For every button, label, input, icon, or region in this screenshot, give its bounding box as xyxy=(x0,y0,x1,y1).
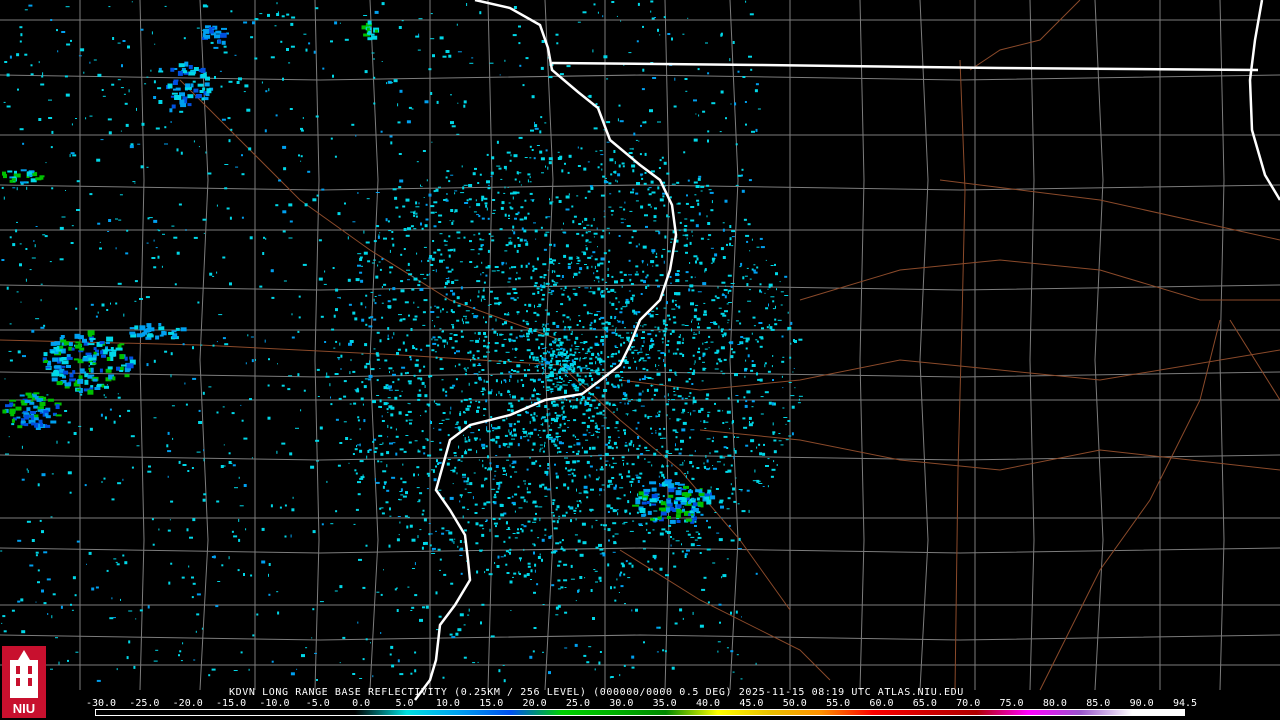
legend-tick: 75.0 xyxy=(999,698,1024,709)
legend-tick: -5.0 xyxy=(305,698,330,709)
legend-tick: 40.0 xyxy=(695,698,721,709)
legend-tick: 80.0 xyxy=(1042,698,1067,709)
legend-tick: 25.0 xyxy=(565,698,590,709)
legend-tick: -30.0 xyxy=(85,698,117,709)
legend-tick: 5.0 xyxy=(395,698,414,709)
niu-logo: NIU xyxy=(2,646,46,718)
iowa-minnesota-border xyxy=(551,61,1259,72)
legend-tick: 30.0 xyxy=(609,698,634,709)
legend-tick: -20.0 xyxy=(172,698,203,709)
legend-tick: 45.0 xyxy=(739,698,764,709)
legend-tick: 85.0 xyxy=(1086,698,1111,709)
legend-tick: -10.0 xyxy=(259,698,290,709)
product-caption: KDVN LONG RANGE BASE REFLECTIVITY (0.25K… xyxy=(229,687,964,698)
legend-tick-labels: -30.0 -25.0 -20.0 -15.0 -10.0 -5.0 0.0 5.0 10.0 1… xyxy=(86,698,1198,709)
legend-tick: 70.0 xyxy=(956,698,981,709)
legend-tick: 10.0 xyxy=(435,698,460,709)
reflectivity-echoes xyxy=(0,0,803,683)
legend-tick: 20.0 xyxy=(522,698,547,709)
wisconsin-michigan-border xyxy=(1248,0,1280,201)
legend-tick: 15.0 xyxy=(479,698,504,709)
state-borders xyxy=(414,0,1280,701)
legend-tick: 60.0 xyxy=(869,698,894,709)
logo-text: NIU xyxy=(13,701,35,716)
legend-tick: 90.0 xyxy=(1129,698,1154,709)
legend-tick: 65.0 xyxy=(912,698,937,709)
legend-tick: -15.0 xyxy=(216,698,247,709)
legend-tick: 35.0 xyxy=(652,698,677,709)
radar-map xyxy=(0,0,1280,701)
reflectivity-colorbar xyxy=(95,709,1185,716)
legend-tick: 0.0 xyxy=(352,698,371,709)
legend-tick: 55.0 xyxy=(826,698,851,709)
legend-tick: -25.0 xyxy=(129,698,160,709)
highway-lines xyxy=(0,0,1280,691)
legend-tick: 94.5 xyxy=(1172,698,1198,709)
legend-tick: 50.0 xyxy=(782,698,807,709)
